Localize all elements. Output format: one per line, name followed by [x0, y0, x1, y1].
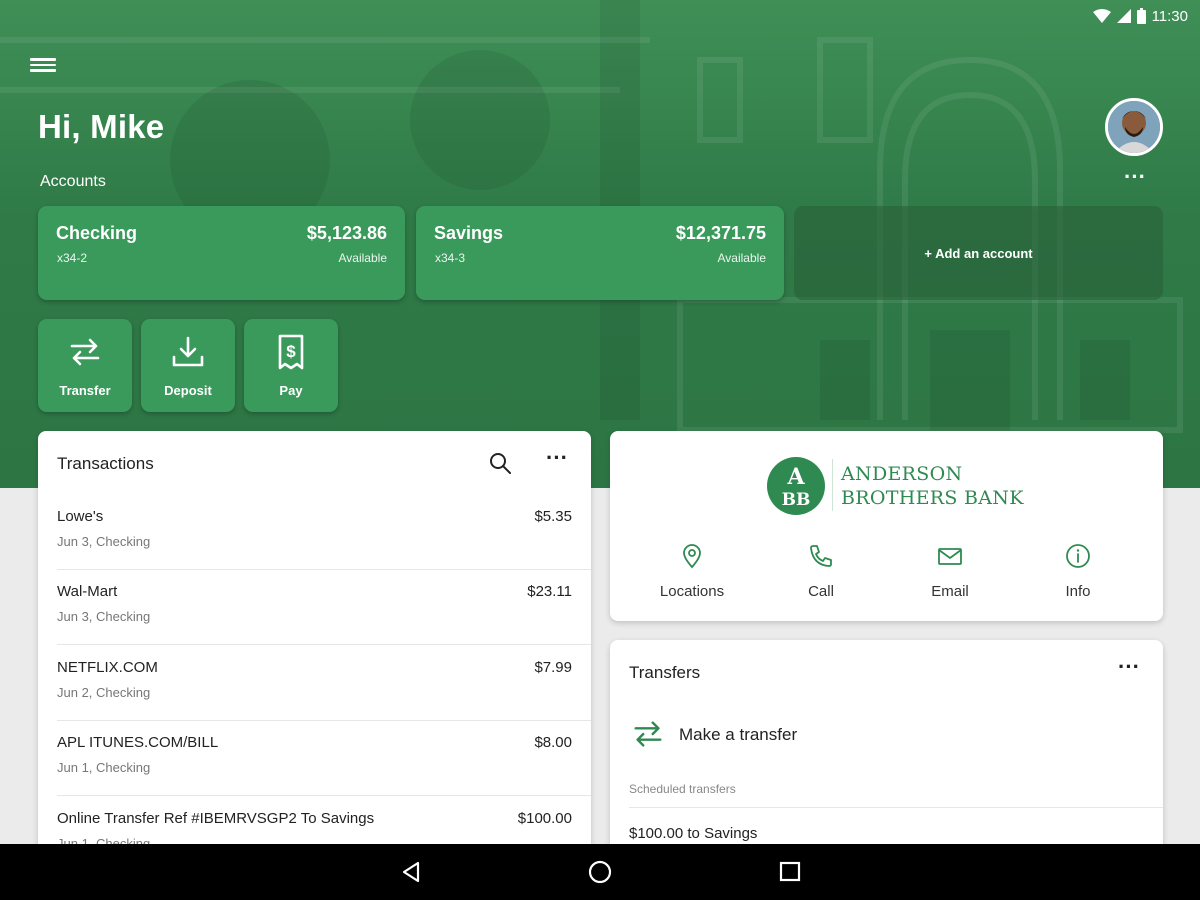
locations-label: Locations [659, 583, 725, 600]
logo-letter-top: A [786, 464, 805, 490]
transaction-row[interactable]: NETFLIX.COM Jun 2, Checking $7.99 [38, 646, 591, 721]
bank-name: ANDERSON BROTHERS BANK [841, 462, 1024, 510]
transactions-title: Transactions [57, 454, 154, 473]
transaction-row[interactable]: Lowe's Jun 3, Checking $5.35 [38, 495, 591, 570]
account-name: Savings [434, 223, 504, 243]
bank-info-card: A BB ANDERSON BROTHERS BANK Locations Ca… [610, 431, 1163, 621]
transaction-description: APL ITUNES.COM/BILL [57, 734, 219, 751]
make-transfer-label: Make a transfer [679, 725, 798, 744]
scheduled-transfers-label: Scheduled transfers [629, 782, 736, 796]
transaction-description: Wal-Mart [57, 583, 118, 600]
divider [629, 807, 1163, 808]
account-name: Checking [56, 223, 138, 243]
status-time: 11:30 [1151, 7, 1188, 25]
deposit-button[interactable]: Deposit [141, 319, 235, 412]
cell-signal-icon [1116, 9, 1131, 23]
home-icon[interactable] [588, 860, 612, 884]
back-icon[interactable] [399, 860, 423, 884]
pay-label: Pay [279, 383, 303, 398]
info-button[interactable]: Info [1018, 543, 1138, 600]
transactions-card: Transactions ··· Lowe's Jun 3, Checking … [38, 431, 591, 891]
pay-button[interactable]: $ Pay [244, 319, 338, 412]
deposit-icon [172, 336, 204, 367]
transfers-more-icon[interactable]: ··· [1118, 656, 1140, 678]
recents-icon[interactable] [779, 860, 801, 882]
call-button[interactable]: Call [761, 543, 881, 600]
transaction-description: NETFLIX.COM [57, 659, 158, 676]
email-button[interactable]: Email [890, 543, 1010, 600]
account-number: x34-2 [57, 251, 88, 265]
greeting: Hi, Mike [38, 108, 165, 145]
locations-button[interactable]: Locations [632, 543, 752, 600]
transaction-row[interactable]: Wal-Mart Jun 3, Checking $23.11 [38, 570, 591, 645]
transaction-detail: Jun 2, Checking [57, 685, 151, 700]
transaction-detail: Jun 1, Checking [57, 760, 151, 775]
search-icon[interactable] [488, 451, 512, 475]
scheduled-transfer-item[interactable]: $100.00 to Savings [629, 825, 757, 842]
balance-label: Available [338, 251, 387, 265]
email-label: Email [931, 583, 969, 600]
transaction-description: Online Transfer Ref #IBEMRVSGP2 To Savin… [57, 810, 375, 827]
bank-logo: A BB [767, 457, 825, 515]
divider [57, 795, 591, 796]
status-bar: 11:30 [0, 0, 1200, 32]
transaction-amount: $100.00 [517, 810, 572, 827]
transaction-detail: Jun 3, Checking [57, 609, 151, 624]
add-account-button[interactable]: + Add an account [794, 206, 1163, 300]
pay-icon: $ [278, 334, 304, 370]
transfer-icon [70, 338, 100, 366]
info-label: Info [1065, 583, 1091, 600]
transaction-amount: $7.99 [534, 659, 572, 676]
divider [57, 644, 591, 645]
bank-name-line2: BROTHERS BANK [841, 487, 1024, 509]
deposit-label: Deposit [164, 383, 212, 398]
transfer-button[interactable]: Transfer [38, 319, 132, 412]
call-label: Call [808, 583, 834, 600]
menu-icon[interactable] [30, 55, 56, 77]
phone-icon [810, 545, 832, 567]
system-navigation-bar [0, 844, 1200, 900]
account-balance: $12,371.75 [675, 223, 766, 243]
transaction-detail: Jun 3, Checking [57, 534, 151, 549]
make-transfer-button[interactable]: Make a transfer [630, 716, 930, 754]
transfers-title: Transfers [629, 663, 701, 682]
bank-name-line1: ANDERSON [841, 463, 963, 485]
accounts-label: Accounts [40, 173, 106, 190]
avatar[interactable] [1105, 98, 1163, 156]
wifi-icon [1092, 9, 1111, 23]
add-account-label: + Add an account [924, 245, 1033, 261]
battery-icon [1136, 8, 1146, 24]
transactions-more-icon[interactable]: ··· [546, 447, 568, 469]
account-number: x34-3 [435, 251, 466, 265]
transaction-description: Lowe's [57, 508, 104, 525]
svg-text:$: $ [286, 342, 296, 361]
info-icon [1066, 544, 1090, 568]
account-card-checking[interactable]: Checking x34-2 $5,123.86 Available [38, 206, 405, 300]
logo-divider [832, 459, 833, 511]
account-card-savings[interactable]: Savings x34-3 $12,371.75 Available [416, 206, 784, 300]
transaction-amount: $23.11 [527, 583, 572, 600]
transaction-row[interactable]: APL ITUNES.COM/BILL Jun 1, Checking $8.0… [38, 721, 591, 796]
mail-icon [938, 548, 962, 565]
transaction-amount: $5.35 [534, 508, 572, 525]
account-balance: $5,123.86 [306, 223, 387, 243]
location-pin-icon [683, 544, 701, 569]
transfer-icon [634, 721, 662, 747]
transaction-amount: $8.00 [534, 734, 572, 751]
accounts-more-icon[interactable]: ··· [1122, 166, 1148, 190]
logo-letter-bottom: BB [782, 490, 811, 510]
transfer-label: Transfer [59, 383, 111, 398]
balance-label: Available [717, 251, 766, 265]
